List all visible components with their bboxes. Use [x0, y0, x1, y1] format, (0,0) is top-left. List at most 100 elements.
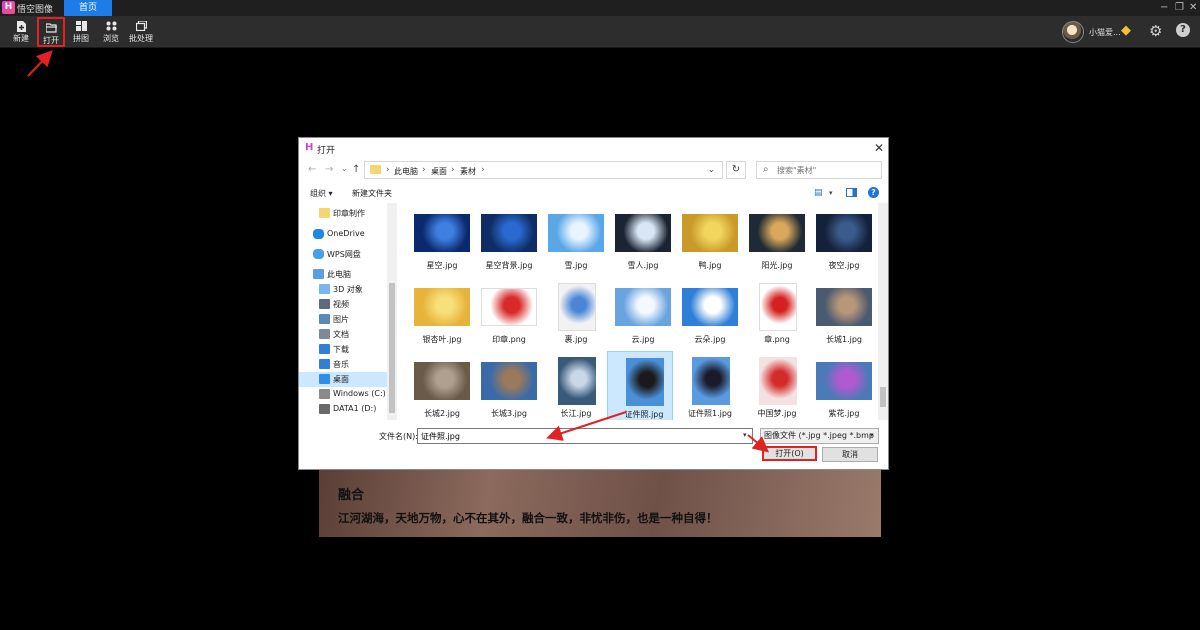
view-dropdown[interactable]: ▾	[829, 189, 833, 197]
file-item[interactable]: 银杏叶.jpg	[406, 277, 472, 349]
restore-button[interactable]: ❐	[1175, 1, 1184, 14]
card-title: 融合	[338, 488, 365, 503]
file-item[interactable]: 夜空.jpg	[808, 203, 874, 275]
toolbar-new-button[interactable]: 新建	[7, 17, 35, 47]
file-name: 紫花.jpg	[828, 409, 860, 418]
file-item[interactable]: 中国梦.jpg	[741, 351, 807, 420]
close-icon[interactable]: ✕	[874, 141, 884, 155]
file-name: 雪.jpg	[564, 261, 588, 270]
file-item[interactable]: 云.jpg	[607, 277, 673, 349]
onedrive-icon	[313, 229, 324, 239]
toolbar-open-button[interactable]: 打开	[37, 17, 65, 47]
sidebar-item[interactable]: DATA1 (D:)	[299, 402, 385, 417]
avatar[interactable]	[1062, 21, 1084, 43]
breadcrumb-materials[interactable]: 素材	[460, 166, 476, 177]
forward-button[interactable]: →	[325, 164, 333, 175]
file-item[interactable]: 云朵.jpg	[674, 277, 740, 349]
sidebar-item[interactable]: 音乐	[299, 357, 385, 372]
vip-icon[interactable]: ◆	[1121, 24, 1131, 38]
sidebar-item[interactable]: 3D 对象	[299, 282, 385, 297]
navigation-scrollbar[interactable]	[387, 203, 397, 420]
file-item[interactable]: 阳光.jpg	[741, 203, 807, 275]
toolbar-batch-button[interactable]: 批处理	[127, 17, 155, 47]
search-box[interactable]: ⌕	[756, 161, 882, 179]
gear-icon[interactable]: ⚙	[1149, 23, 1162, 39]
back-button[interactable]: ←	[308, 164, 316, 175]
new-folder-button[interactable]: 新建文件夹	[352, 188, 392, 199]
user-name[interactable]: 小猫爱...	[1089, 27, 1121, 38]
chevron-down-icon[interactable]: ▾	[743, 431, 747, 439]
file-item[interactable]: 长城2.jpg	[406, 351, 472, 420]
file-item[interactable]: 章.png	[741, 277, 807, 349]
breadcrumb-this-pc[interactable]: 此电脑	[394, 166, 418, 177]
sidebar-item[interactable]: Windows (C:)	[299, 387, 386, 402]
app-logo: H	[2, 1, 15, 14]
file-item[interactable]: 星空.jpg	[406, 203, 472, 275]
refresh-button[interactable]: ↻	[726, 161, 746, 179]
preview-pane-icon[interactable]	[846, 188, 857, 197]
file-item[interactable]: 雪人.jpg	[607, 203, 673, 275]
minimize-button[interactable]: −	[1160, 1, 1168, 14]
file-item[interactable]: 鸭.jpg	[674, 203, 740, 275]
view-icon[interactable]: ▤	[814, 188, 823, 198]
help-icon[interactable]: ?	[868, 187, 879, 198]
close-window-button[interactable]: ✕	[1189, 1, 1197, 14]
tab-home[interactable]: 首页	[64, 0, 112, 16]
sidebar-item-label: 视频	[333, 300, 349, 309]
chevron-down-icon[interactable]: ▾	[870, 431, 874, 439]
file-thumbnail	[414, 214, 470, 252]
sidebar-item-label: 桌面	[333, 375, 349, 384]
open-button[interactable]: 打开(O)	[762, 446, 817, 461]
cancel-button[interactable]: 取消	[822, 447, 878, 462]
sidebar-item[interactable]: 此电脑	[299, 267, 385, 282]
scroll-thumb[interactable]	[389, 283, 395, 413]
title-bar: H 悟空图像 首页 − ❐ ✕	[0, 0, 1200, 16]
downloads-icon	[319, 344, 330, 354]
sidebar-item[interactable]: 印章制作	[299, 206, 385, 221]
computer-icon	[313, 269, 324, 279]
sidebar-item[interactable]: 图片	[299, 312, 385, 327]
file-item[interactable]: 裹.jpg	[540, 277, 606, 349]
file-name: 证件照.jpg	[624, 410, 664, 419]
new-file-icon	[16, 21, 27, 32]
app-name: 悟空图像	[17, 5, 54, 15]
history-dropdown[interactable]: ⌄	[341, 164, 348, 173]
sidebar-item[interactable]: OneDrive	[299, 227, 385, 242]
sidebar-item-label: 下载	[333, 345, 349, 354]
file-item[interactable]: 印章.png	[473, 277, 539, 349]
sidebar-item-label: DATA1 (D:)	[333, 404, 377, 413]
file-item[interactable]: 长城1.jpg	[808, 277, 874, 349]
file-name: 印章.png	[492, 335, 526, 344]
arrow-to-open-toolbar	[27, 50, 53, 77]
file-item[interactable]: 紫花.jpg	[808, 351, 874, 420]
file-item[interactable]: 长江.jpg	[540, 351, 606, 420]
file-thumbnail	[759, 357, 797, 405]
sidebar-item[interactable]: 文档	[299, 327, 385, 342]
organize-menu[interactable]: 组织 ▾	[310, 188, 333, 199]
filetype-select[interactable]: 图像文件 (*.jpg *.jpeg *.bmp	[760, 428, 879, 444]
file-item[interactable]: 雪.jpg	[540, 203, 606, 275]
sidebar-item[interactable]: WPS网盘	[299, 247, 385, 262]
sidebar-item[interactable]: 视频	[299, 297, 385, 312]
address-bar[interactable]: › 此电脑 › 桌面 › 素材 › ⌄	[364, 161, 723, 179]
file-item[interactable]: 星空背景.jpg	[473, 203, 539, 275]
chevron-down-icon[interactable]: ⌄	[708, 165, 715, 174]
scroll-thumb[interactable]	[880, 387, 886, 407]
file-scrollbar[interactable]	[878, 203, 888, 420]
file-item[interactable]: 证件照.jpg	[607, 351, 673, 420]
file-thumbnail	[749, 214, 805, 252]
file-item[interactable]: 证件照1.jpg	[674, 351, 740, 420]
sidebar-item[interactable]: 桌面	[299, 372, 387, 387]
toolbar-browse-button[interactable]: 浏览	[97, 17, 125, 47]
up-button[interactable]: ↑	[352, 164, 360, 175]
file-item[interactable]: 长城3.jpg	[473, 351, 539, 420]
search-input[interactable]	[777, 163, 877, 177]
breadcrumb-desktop[interactable]: 桌面	[431, 166, 447, 177]
file-thumbnail	[558, 283, 596, 331]
toolbar-collage-button[interactable]: 拼图	[67, 17, 95, 47]
help-icon[interactable]: ?	[1176, 23, 1190, 37]
filename-field[interactable]	[417, 428, 753, 444]
sidebar-item[interactable]: 下载	[299, 342, 385, 357]
filename-label: 文件名(N):	[379, 432, 418, 441]
3d-objects-icon	[319, 284, 330, 294]
